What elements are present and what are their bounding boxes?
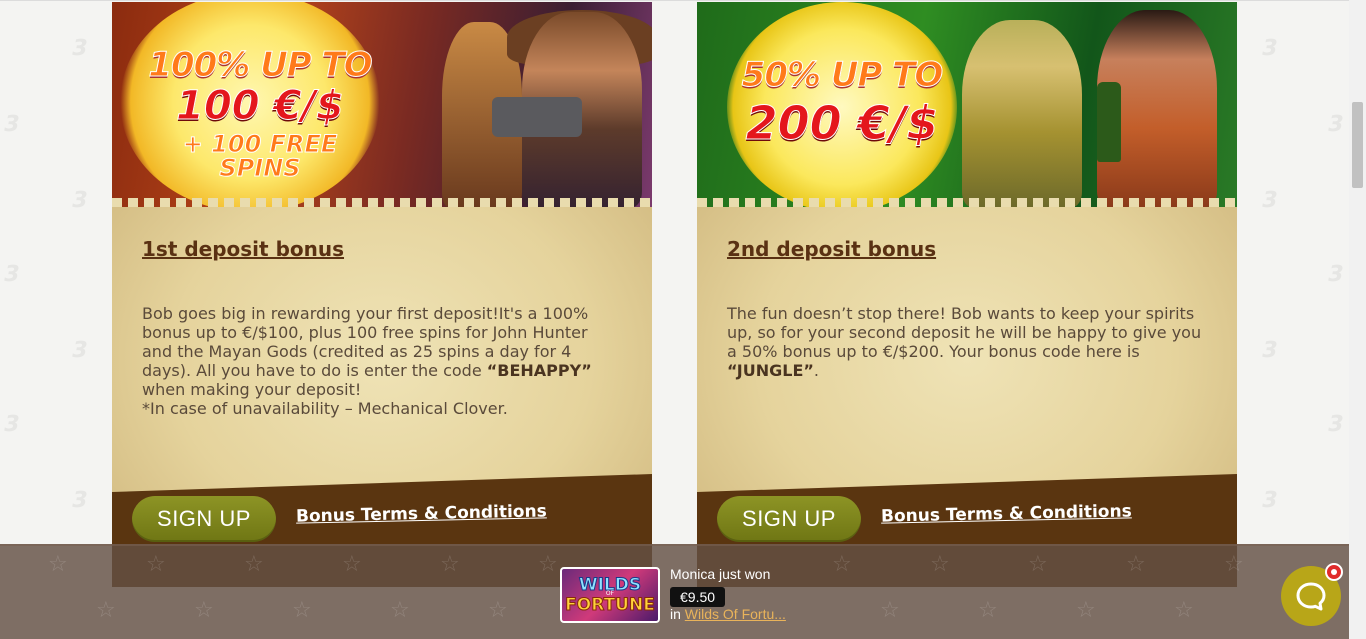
background-pattern: 3 (1259, 338, 1280, 363)
signup-button[interactable]: SIGN UP (717, 496, 861, 542)
star-icon: ☆ (1076, 598, 1096, 623)
background-pattern: 3 (1325, 112, 1346, 137)
bonus-description: The fun doesn’t stop there! Bob wants to… (727, 304, 1207, 380)
star-icon: ☆ (488, 598, 508, 623)
banner-promo-text: 50% UP TO 200 €/$ (737, 55, 947, 150)
star-icon: ☆ (244, 552, 264, 577)
star-icon: ☆ (194, 598, 214, 623)
background-pattern: 3 (69, 36, 90, 61)
bonus-note: *In case of unavailability – Mechanical … (142, 399, 508, 418)
winner-message: Monica just won (670, 566, 771, 582)
promo-line-2: 100 €/$ (176, 83, 345, 129)
bonus-code: “BEHAPPY” (486, 361, 592, 380)
background-pattern: 3 (1259, 488, 1280, 513)
star-icon: ☆ (292, 598, 312, 623)
star-icon: ☆ (1224, 552, 1244, 577)
promo-line-3: + 100 FREE SPINS (182, 130, 338, 182)
winner-game-line: in Wilds Of Fortu... (670, 606, 786, 622)
promo-line-1: 50% UP TO (741, 55, 944, 95)
banner-promo-text: 100% UP TO 100 €/$ + 100 FREE SPINS (140, 45, 380, 182)
star-icon: ☆ (440, 552, 460, 577)
star-icon: ☆ (1028, 552, 1048, 577)
bonus-banner-image: 50% UP TO 200 €/$ (697, 2, 1237, 207)
explorer-figure (962, 20, 1082, 207)
chat-notification-badge (1325, 563, 1343, 581)
recent-winner-bar: ☆ ☆ ☆ ☆ ☆ ☆ ☆ ☆ ☆ ☆ ☆ ☆ ☆ ☆ ☆ ☆ ☆ ☆ ☆ ☆ … (0, 544, 1366, 639)
bonus-description-after: when making your deposit! (142, 380, 362, 399)
win-amount-badge: €9.50 (670, 587, 726, 607)
star-icon: ☆ (390, 598, 410, 623)
bonus-code: “JUNGLE” (727, 361, 814, 380)
background-pattern: 3 (1259, 36, 1280, 61)
background-pattern: 3 (1325, 262, 1346, 287)
game-thumb-line-2: FORTUNE (565, 595, 656, 616)
background-pattern: 3 (1, 112, 22, 137)
star-icon: ☆ (538, 552, 558, 577)
star-icon: ☆ (930, 552, 950, 577)
torn-paper-edge (112, 198, 652, 207)
background-pattern: 3 (1325, 412, 1346, 437)
promo-line-2: 200 €/$ (745, 96, 939, 150)
background-pattern: 3 (1, 262, 22, 287)
star-icon: ☆ (96, 598, 116, 623)
star-icon: ☆ (832, 552, 852, 577)
background-pattern: 3 (69, 338, 90, 363)
torn-paper-edge (697, 198, 1237, 207)
winner-game-prefix: in (670, 606, 685, 622)
page-top-border (0, 0, 1366, 1)
game-thumbnail[interactable]: WILDS OF FORTUNE (560, 567, 660, 623)
bonus-description: Bob goes big in rewarding your first dep… (142, 304, 622, 418)
champagne-bottle-shape (1097, 82, 1121, 162)
bonus-description-intro: The fun doesn’t stop there! Bob wants to… (727, 304, 1202, 361)
background-pattern: 3 (1, 412, 22, 437)
signup-button[interactable]: SIGN UP (132, 496, 276, 542)
star-icon: ☆ (146, 552, 166, 577)
star-icon: ☆ (48, 552, 68, 577)
star-icon: ☆ (1174, 598, 1194, 623)
page-scrollbar[interactable] (1349, 0, 1366, 639)
revolver-shape (492, 97, 582, 137)
background-pattern: 3 (69, 188, 90, 213)
bonus-title-link[interactable]: 2nd deposit bonus (727, 237, 936, 261)
star-icon: ☆ (880, 598, 900, 623)
background-pattern: 3 (1259, 188, 1280, 213)
bonus-card-1: 100% UP TO 100 €/$ + 100 FREE SPINS 1st … (112, 2, 652, 587)
promo-line-1: 100% UP TO (148, 45, 373, 85)
star-icon: ☆ (978, 598, 998, 623)
bonus-description-after: . (813, 361, 819, 380)
star-icon: ☆ (1126, 552, 1146, 577)
bonus-card-2: 50% UP TO 200 €/$ 2nd deposit bonus The … (697, 2, 1237, 587)
bonus-title-link[interactable]: 1st deposit bonus (142, 237, 344, 261)
scrollbar-thumb[interactable] (1352, 102, 1363, 188)
chat-bubble-icon (1296, 582, 1326, 611)
bonus-banner-image: 100% UP TO 100 €/$ + 100 FREE SPINS (112, 2, 652, 207)
winner-game-link[interactable]: Wilds Of Fortu... (685, 606, 786, 622)
background-pattern: 3 (69, 488, 90, 513)
star-icon: ☆ (342, 552, 362, 577)
